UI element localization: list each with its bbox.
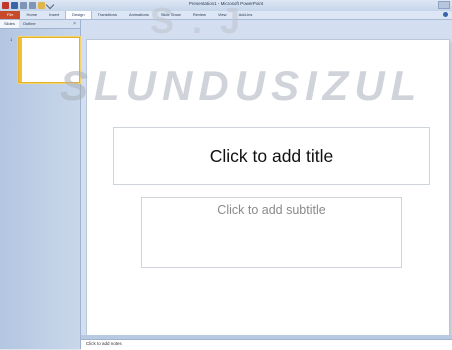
tab-file[interactable]: File (0, 11, 21, 19)
tab-slides[interactable]: Slides (0, 20, 19, 28)
window-controls[interactable] (438, 1, 450, 9)
help-icon[interactable] (443, 12, 448, 17)
pane-tabs: Slides Outline × (0, 20, 80, 29)
notes-pane[interactable]: Click to add notes (81, 339, 452, 350)
notes-placeholder[interactable]: Click to add notes (86, 341, 122, 346)
watermark-middle: SLUNDUSIZUL (60, 62, 423, 109)
tab-transitions[interactable]: Transitions (92, 11, 123, 19)
close-pane-icon[interactable]: × (73, 20, 76, 28)
watermark-top: S . J (150, 0, 245, 41)
tab-home[interactable]: Home (20, 11, 43, 19)
slide-number: 1 (10, 37, 13, 42)
tab-design[interactable]: Design (65, 11, 92, 19)
title-placeholder[interactable]: Click to add title (113, 127, 430, 185)
selection-marker (19, 38, 22, 82)
tab-insert[interactable]: Insert (43, 11, 65, 19)
subtitle-placeholder[interactable]: Click to add subtitle (141, 197, 402, 268)
tab-outline[interactable]: Outline (19, 20, 40, 28)
